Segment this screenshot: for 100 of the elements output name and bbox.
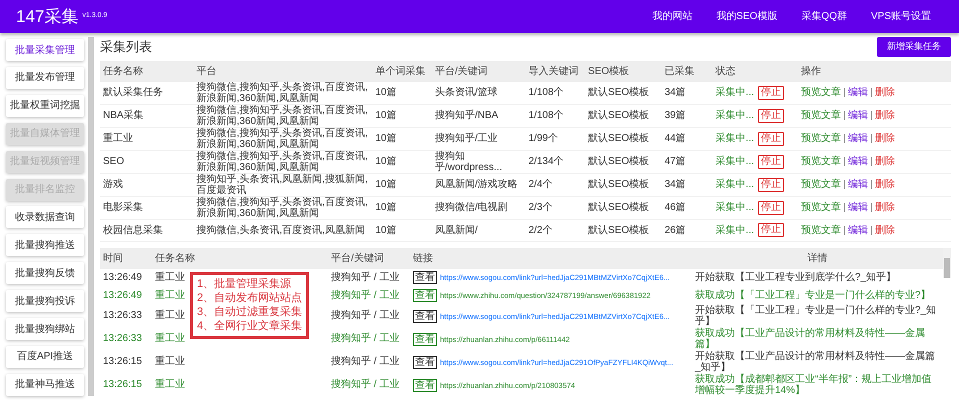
preview-link[interactable]: 预览文章 [800,224,841,236]
table-cell: 重工业 [155,356,185,368]
sidebar-button[interactable]: 批量搜狗推送 [6,234,84,256]
status-text: 采集中... [716,224,754,236]
preview-link[interactable]: 预览文章 [800,202,841,213]
edit-link[interactable]: 编辑 [848,224,868,236]
stop-button[interactable]: 停止 [758,86,784,100]
status-text: 采集中... [716,110,754,121]
table-cell: 搜狗微信,搜狗知乎,头条资讯,百度资讯,新浪新闻,360新闻,凤凰新闻 [194,104,372,127]
view-tag[interactable]: 查看 [413,289,437,302]
table-cell: 10篇 [372,196,432,219]
column-header: 状态 [712,60,798,82]
view-tag[interactable]: 查看 [413,378,437,392]
column-header: 平台/关键词 [328,248,410,268]
table-cell: 重工业 [155,290,185,301]
table-cell: 2/4个 [525,173,586,196]
sidebar-button[interactable]: 批量搜狗反馈 [6,262,84,284]
table-cell: 10篇 [372,150,432,173]
sidebar-button[interactable]: 批量搜狗绑站 [6,318,84,340]
table-cell: 搜狗微信,搜狗知乎,头条资讯,百度资讯,新浪新闻,360新闻,凤凰新闻 [194,82,372,104]
table-cell-text: 13:26:33 [102,332,143,346]
add-task-button[interactable]: 新增采集任务 [877,37,951,56]
table-cell: 34篇 [662,173,713,196]
preview-link[interactable]: 预览文章 [800,87,841,98]
delete-link[interactable]: 删除 [874,87,895,98]
sidebar-button[interactable]: 批量发布管理 [6,66,84,89]
column-header: 任务名称 [100,60,194,82]
sidebar-button[interactable]: 批量权重词挖掘 [6,94,84,117]
edit-link[interactable]: 编辑 [848,110,868,121]
table-cell: 校园信息采集 [100,219,194,241]
stop-button[interactable]: 停止 [758,223,784,237]
table-cell-text: 搜狗知乎 / 工业 [330,288,400,303]
nav-link[interactable]: 我的网站 [640,9,704,24]
stop-button[interactable]: 停止 [758,200,784,214]
scroll-bar[interactable] [88,37,94,396]
nav-link[interactable]: 采集QQ群 [789,9,859,24]
table-cell: 搜狗微信,搜狗知乎,头条资讯,百度资讯,新浪新闻,360新闻,凤凰新闻 [194,150,372,173]
table-cell-text: 13:26:49 [102,288,143,303]
callout-line: 1、批量管理采集源 [197,276,292,291]
edit-link[interactable]: 编辑 [848,133,868,144]
table-cell: 获取成功【「工业工程」专业是一门什么样的专业?】 [692,286,943,304]
delete-link[interactable]: 删除 [874,179,895,190]
edit-link[interactable]: 编辑 [848,156,868,167]
column-header: 平台/关键词 [432,60,526,82]
preview-link[interactable]: 预览文章 [800,110,841,121]
sidebar-button[interactable]: 收录数据查询 [6,206,84,228]
table-cell: 默认SEO模板 [585,219,662,241]
status-text: 采集中... [716,87,754,98]
view-tag[interactable]: 查看 [413,332,437,346]
delete-link[interactable]: 删除 [874,110,895,121]
table-cell: 搜狗微信,搜狗知乎,头条资讯,百度资讯,新浪新闻,360新闻,凤凰新闻 [194,127,372,150]
status-text: 采集中... [716,156,754,167]
preview-link[interactable]: 预览文章 [800,179,841,190]
scroll-bar[interactable] [943,248,951,278]
table-cell: 2/2个 [525,219,586,241]
view-tag[interactable]: 查看 [413,356,437,368]
table-cell: 26篇 [662,219,713,241]
delete-link[interactable]: 删除 [874,156,895,167]
table-cell: 搜狗微信,头条资讯,百度资讯,凤凰新闻 [194,219,372,241]
stop-button[interactable]: 停止 [758,132,784,146]
view-tag[interactable]: 查看 [413,310,437,322]
table-cell: 10篇 [372,173,432,196]
table-cell-text: 开始获取【「工业工程」专业是一门什么样的专业?_知乎】 [694,304,938,328]
edit-link[interactable]: 编辑 [848,202,868,213]
column-header: 操作 [798,60,951,82]
table-cell: 46篇 [662,196,713,219]
delete-link[interactable]: 删除 [874,202,895,213]
delete-link[interactable]: 删除 [874,224,895,236]
sidebar-button[interactable]: 批量神马推送 [6,374,84,396]
nav-link[interactable]: 我的SEO模版 [704,9,790,24]
table-cell: 34篇 [662,82,713,104]
stop-button[interactable]: 停止 [758,178,784,192]
edit-link[interactable]: 编辑 [848,87,868,98]
page-title: 采集列表 [100,38,152,56]
stop-button[interactable]: 停止 [758,108,784,122]
table-cell: 默认SEO模板 [585,150,662,173]
table-cell-text: 搜狗知乎 / 工业 [330,332,400,346]
table-cell: 搜狗知乎 / 工业 [328,268,410,286]
table-cell-text: 13:26:33 [102,309,143,324]
stop-button[interactable]: 停止 [758,154,784,168]
table-cell: 13:26:49 [100,268,152,286]
preview-link[interactable]: 预览文章 [800,133,841,144]
sidebar-button[interactable]: 批量搜狗投诉 [6,290,84,312]
table-cell: 39篇 [662,104,713,127]
column-header: 已采集 [662,60,713,82]
status-text: 采集中... [716,179,754,190]
view-tag[interactable]: 查看 [413,271,437,284]
table-cell: 搜狗知乎,头条资讯,凤凰新闻,搜狐新闻,百度最资讯 [194,173,372,196]
table-cell: 重工业 [155,379,185,390]
table-cell-text: 获取成功【工业产品设计的常用材料及特性——金属篇】 [694,328,926,350]
edit-link[interactable]: 编辑 [848,179,868,190]
column-header: 任务名称 [152,248,328,268]
table-cell: 凤凰新闻/游戏攻略 [432,173,526,196]
table-cell-text: 13:26:15 [102,355,143,370]
delete-link[interactable]: 删除 [874,133,895,144]
sidebar-button[interactable]: 百度API推送 [6,346,84,368]
column-header: 详情 [692,248,943,268]
sidebar-button[interactable]: 批量采集管理 [6,39,84,61]
nav-link[interactable]: VPS账号设置 [858,9,943,24]
preview-link[interactable]: 预览文章 [800,156,841,167]
